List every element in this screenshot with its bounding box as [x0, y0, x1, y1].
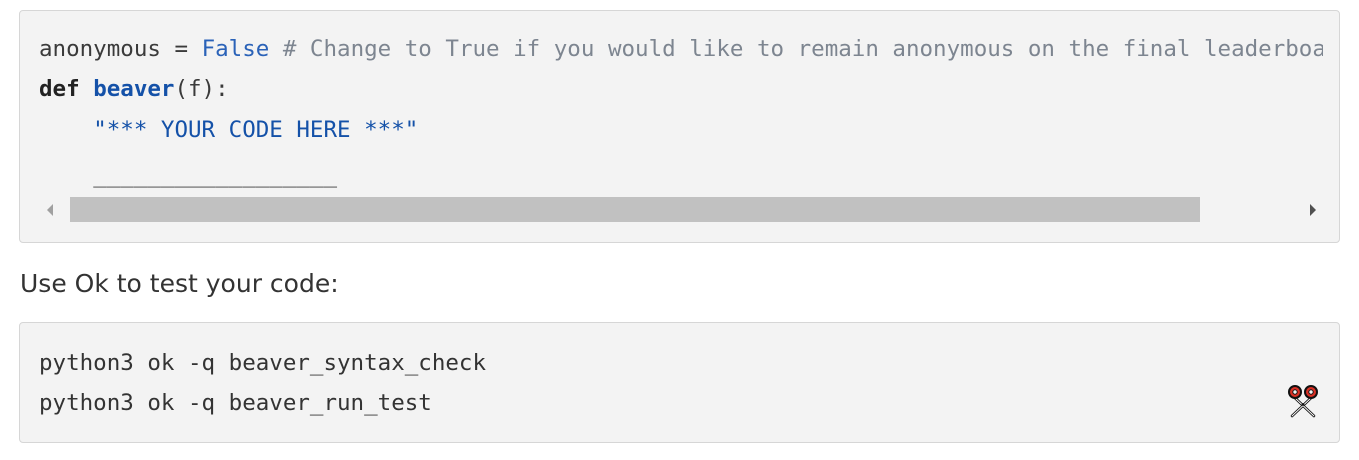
code-content: anonymous = False # Change to True if yo…	[39, 33, 1323, 199]
code-blank-placeholder: __________________	[93, 162, 338, 188]
code-line-1: anonymous = False # Change to True if yo…	[39, 33, 1323, 65]
code-block-ok-commands: python3 ok -q beaver_syntax_check python…	[19, 322, 1340, 443]
scroll-right-arrow-icon[interactable]	[1302, 196, 1324, 223]
code-function-name: beaver	[93, 76, 175, 102]
scissors-icon[interactable]	[1286, 384, 1320, 418]
code-line-3: "*** YOUR CODE HERE ***"	[39, 114, 418, 146]
scrollbar-thumb[interactable]	[70, 197, 1200, 222]
code-line-4: __________________	[39, 159, 337, 191]
code-block-beaver-definition: anonymous = False # Change to True if yo…	[19, 10, 1340, 243]
horizontal-scrollbar[interactable]	[39, 196, 1324, 223]
code-string: "*** YOUR CODE HERE ***"	[93, 117, 419, 143]
code-def-keyword: def	[39, 76, 80, 102]
command-line-run-test: python3 ok -q beaver_run_test	[39, 390, 432, 416]
instruction-text: Use Ok to test your code:	[20, 269, 339, 298]
code-line-2: def beaver(f):	[39, 73, 229, 105]
code-params: (f):	[174, 76, 229, 102]
scroll-left-arrow-icon[interactable]	[39, 196, 61, 223]
code-variable-assignment: anonymous =	[39, 36, 202, 62]
code-false-keyword: False	[201, 36, 270, 62]
command-line-syntax-check: python3 ok -q beaver_syntax_check	[39, 350, 487, 376]
code-comment: # Change to True if you would like to re…	[269, 36, 1323, 62]
